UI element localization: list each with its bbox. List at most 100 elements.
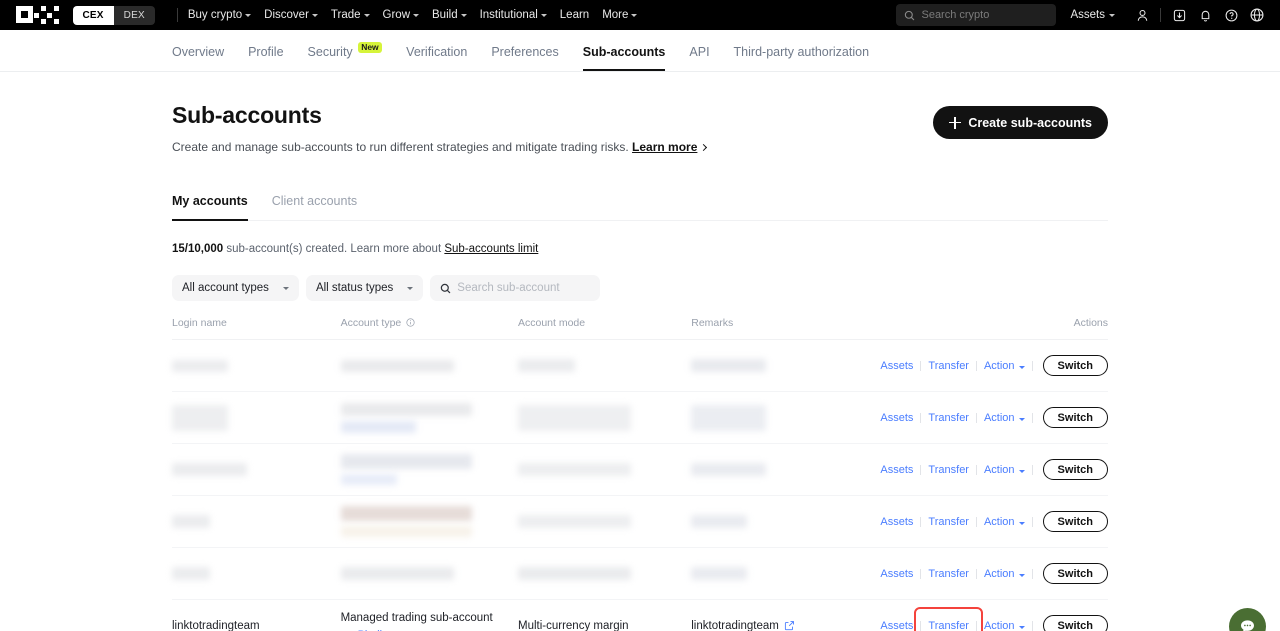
switch-button[interactable]: Switch xyxy=(1042,459,1108,480)
column-remarks: Remarks xyxy=(691,317,734,329)
cell-login-name xyxy=(172,340,341,392)
tab-third-party-authorization[interactable]: Third-party authorization xyxy=(734,30,869,71)
nav-item-institutional[interactable]: Institutional xyxy=(480,9,547,21)
cell-login-name xyxy=(172,444,341,496)
redacted-block xyxy=(517,515,631,528)
transfer-link[interactable]: Transfer xyxy=(921,412,976,424)
status-type-filter[interactable]: All status types xyxy=(305,275,424,301)
chevron-right-icon xyxy=(700,143,708,152)
action-divider xyxy=(1031,360,1033,371)
tab-profile[interactable]: Profile xyxy=(248,30,283,71)
account-type-filter-label: All account types xyxy=(182,282,269,294)
action-divider xyxy=(1031,568,1033,579)
crypto-search-input[interactable]: Search crypto xyxy=(896,4,1057,26)
cell-account-type xyxy=(340,548,518,600)
action-dropdown[interactable]: Action xyxy=(977,464,1032,476)
assets-menu[interactable]: Assets xyxy=(1070,9,1115,21)
info-icon[interactable] xyxy=(406,318,415,327)
cell-remarks xyxy=(691,444,873,496)
redacted-block xyxy=(172,567,210,580)
redacted-block xyxy=(172,404,228,431)
nav-item-discover[interactable]: Discover xyxy=(264,9,318,21)
download-icon[interactable] xyxy=(1166,2,1192,28)
subtab-my-accounts[interactable]: My accounts xyxy=(172,194,248,221)
assets-link[interactable]: Assets xyxy=(873,620,920,631)
chevron-down-icon xyxy=(245,14,252,17)
chat-bubble-icon xyxy=(1241,619,1254,631)
tab-preferences[interactable]: Preferences xyxy=(491,30,558,71)
external-link-icon[interactable] xyxy=(784,620,795,631)
action-dropdown[interactable]: Action xyxy=(977,412,1032,424)
table-row[interactable]: Assets Transfer Action Switch xyxy=(172,496,1108,548)
globe-icon[interactable] xyxy=(1244,2,1270,28)
sub-account-search-placeholder: Search sub-account xyxy=(457,282,560,294)
switch-button[interactable]: Switch xyxy=(1042,511,1108,532)
switch-button[interactable]: Switch xyxy=(1042,407,1108,428)
nav-item-buy-crypto[interactable]: Buy crypto xyxy=(188,9,252,21)
cex-dex-toggle[interactable]: CEX DEX xyxy=(72,5,155,25)
column-account-type-label: Account type xyxy=(340,317,402,329)
redacted-block xyxy=(517,463,631,476)
redacted-block xyxy=(340,420,416,433)
transfer-link[interactable]: Transfer xyxy=(921,568,976,580)
cell-login-name xyxy=(172,496,341,548)
table-row[interactable]: Assets Transfer Action Switch xyxy=(172,444,1108,496)
tab-api[interactable]: API xyxy=(689,30,709,71)
profile-icon[interactable] xyxy=(1129,2,1155,28)
nav-item-more[interactable]: More xyxy=(602,9,638,21)
sub-account-count: 15/10,000 xyxy=(172,243,224,255)
table-row[interactable]: Assets Transfer Action Switch xyxy=(172,340,1108,392)
transfer-link[interactable]: Transfer xyxy=(921,516,976,528)
tab-security[interactable]: Security New xyxy=(308,30,383,71)
account-type-filter[interactable]: All account types xyxy=(172,275,299,301)
cex-toggle-option[interactable]: CEX xyxy=(72,5,114,25)
chevron-down-icon xyxy=(363,14,370,17)
switch-button[interactable]: Switch xyxy=(1042,355,1108,376)
action-dropdown[interactable]: Action xyxy=(977,568,1032,580)
learn-more-link[interactable]: Learn more xyxy=(632,140,697,154)
chevron-down-icon xyxy=(1018,625,1025,629)
assets-link[interactable]: Assets xyxy=(873,464,920,476)
nav-item-learn[interactable]: Learn xyxy=(560,9,589,21)
assets-link[interactable]: Assets xyxy=(873,360,920,372)
table-row[interactable]: linktotradingteam Managed trading sub-ac… xyxy=(172,600,1108,631)
nav-item-grow[interactable]: Grow xyxy=(383,9,420,21)
chevron-down-icon xyxy=(413,14,420,17)
action-dropdown[interactable]: Action xyxy=(977,360,1032,372)
dex-toggle-option[interactable]: DEX xyxy=(113,5,155,25)
top-navigation-bar: CEX DEX Buy crypto Discover Trade Grow B… xyxy=(0,0,1280,30)
assets-link[interactable]: Assets xyxy=(873,412,920,424)
bell-icon[interactable] xyxy=(1192,2,1218,28)
chevron-down-icon xyxy=(540,14,547,17)
table-row[interactable]: Assets Transfer Action Switch xyxy=(172,392,1108,444)
chat-support-button[interactable] xyxy=(1229,607,1266,631)
subtab-label: My accounts xyxy=(172,194,248,208)
nav-item-trade[interactable]: Trade xyxy=(331,9,370,21)
action-dropdown[interactable]: Action xyxy=(977,620,1032,631)
nav-label: Discover xyxy=(264,9,309,21)
sub-accounts-limit-link[interactable]: Sub-accounts limit xyxy=(444,243,538,255)
action-divider xyxy=(1031,620,1033,631)
nav-item-build[interactable]: Build xyxy=(432,9,467,21)
cell-remarks xyxy=(691,496,873,548)
action-dropdown-label: Action xyxy=(983,567,1015,580)
table-row[interactable]: Assets Transfer Action Switch xyxy=(172,548,1108,600)
sub-account-search-input[interactable]: Search sub-account xyxy=(430,275,601,301)
assets-link[interactable]: Assets xyxy=(873,516,920,528)
assets-link[interactable]: Assets xyxy=(873,568,920,580)
transfer-link[interactable]: Transfer xyxy=(921,620,976,631)
subtab-client-accounts[interactable]: Client accounts xyxy=(272,194,357,220)
action-dropdown[interactable]: Action xyxy=(977,516,1032,528)
create-sub-accounts-button[interactable]: Create sub-accounts xyxy=(933,106,1108,139)
transfer-link[interactable]: Transfer xyxy=(921,464,976,476)
tab-overview[interactable]: Overview xyxy=(172,30,224,71)
help-icon[interactable] xyxy=(1218,2,1244,28)
switch-button[interactable]: Switch xyxy=(1042,615,1108,631)
tab-sub-accounts[interactable]: Sub-accounts xyxy=(582,30,665,71)
cell-account-type xyxy=(340,496,518,548)
switch-button[interactable]: Switch xyxy=(1042,563,1108,584)
transfer-link[interactable]: Transfer xyxy=(921,360,976,372)
okx-logo[interactable] xyxy=(10,6,59,24)
redacted-block xyxy=(517,404,631,431)
tab-verification[interactable]: Verification xyxy=(406,30,467,71)
